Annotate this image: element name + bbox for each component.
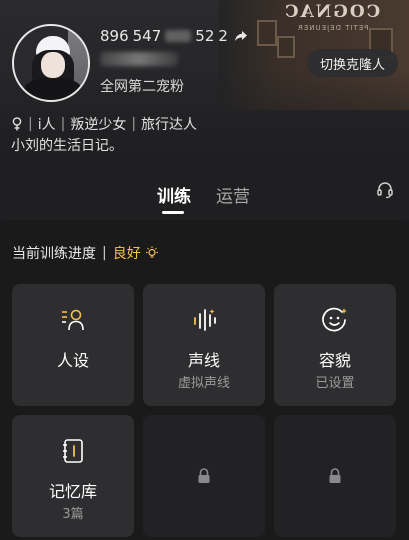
bio: 小刘的生活日记。 — [11, 138, 123, 154]
progress-status: 良好 — [112, 246, 141, 262]
wall-frame — [257, 20, 277, 46]
nickname-blurred — [100, 52, 178, 66]
lock-icon — [198, 468, 210, 483]
rank-text: 全网第二宠粉 — [100, 79, 184, 95]
card-subtitle: 3篇 — [62, 507, 84, 522]
avatar[interactable] — [12, 24, 90, 102]
card-appearance[interactable]: 容貌 已设置 — [274, 284, 396, 406]
card-persona[interactable]: 人设 — [12, 284, 134, 406]
persona-icon — [62, 309, 84, 331]
tab-bar: 训练 运营 — [0, 182, 409, 218]
memory-book-icon — [63, 439, 83, 463]
progress-separator: | — [102, 245, 107, 261]
card-locked[interactable] — [143, 415, 265, 537]
card-title: 人设 — [56, 351, 89, 370]
uid-middle: 547 — [132, 27, 162, 45]
wall-frame — [277, 36, 295, 58]
card-locked[interactable] — [274, 415, 396, 537]
card-subtitle: 虚拟声线 — [177, 376, 230, 391]
lock-icon — [329, 468, 341, 483]
female-icon — [12, 117, 22, 131]
card-subtitle: 已设置 — [315, 376, 355, 391]
uid-end: 2 — [218, 27, 228, 45]
tab-train[interactable]: 训练 — [157, 182, 191, 207]
card-voice[interactable]: 声线 虚拟声线 — [143, 284, 265, 406]
user-id: 896 547 52 2 — [100, 27, 248, 45]
tag: 叛逆少女 — [70, 117, 127, 133]
bulb-icon — [145, 246, 158, 258]
face-sparkle-icon — [322, 307, 347, 332]
uid-partial: 52 — [195, 27, 215, 45]
training-progress: 当前训练进度 | 良好 — [12, 243, 159, 263]
share-icon[interactable] — [234, 29, 248, 43]
tag: i人 — [37, 117, 56, 133]
tag-list: | i人 | 叛逆少女 | 旅行达人 — [11, 114, 197, 134]
sign-subtext: PETIT DEJEUNER — [297, 24, 369, 32]
active-tab-indicator — [162, 211, 184, 214]
voice-wave-icon — [194, 309, 216, 331]
uid-start: 896 — [100, 27, 129, 45]
tag: 旅行达人 — [141, 117, 198, 133]
uid-blur — [165, 30, 192, 42]
customer-service-icon[interactable] — [376, 181, 394, 199]
tab-operations[interactable]: 运营 — [216, 182, 250, 207]
switch-clone-button[interactable]: 切换克隆人 — [307, 49, 398, 77]
card-title: 声线 — [187, 351, 220, 370]
sign-text: COGNAC — [283, 2, 381, 22]
card-title: 容貌 — [318, 351, 351, 370]
card-title: 记忆库 — [48, 482, 97, 501]
card-memory[interactable]: 记忆库 3篇 — [12, 415, 134, 537]
progress-label: 当前训练进度 — [12, 246, 96, 262]
